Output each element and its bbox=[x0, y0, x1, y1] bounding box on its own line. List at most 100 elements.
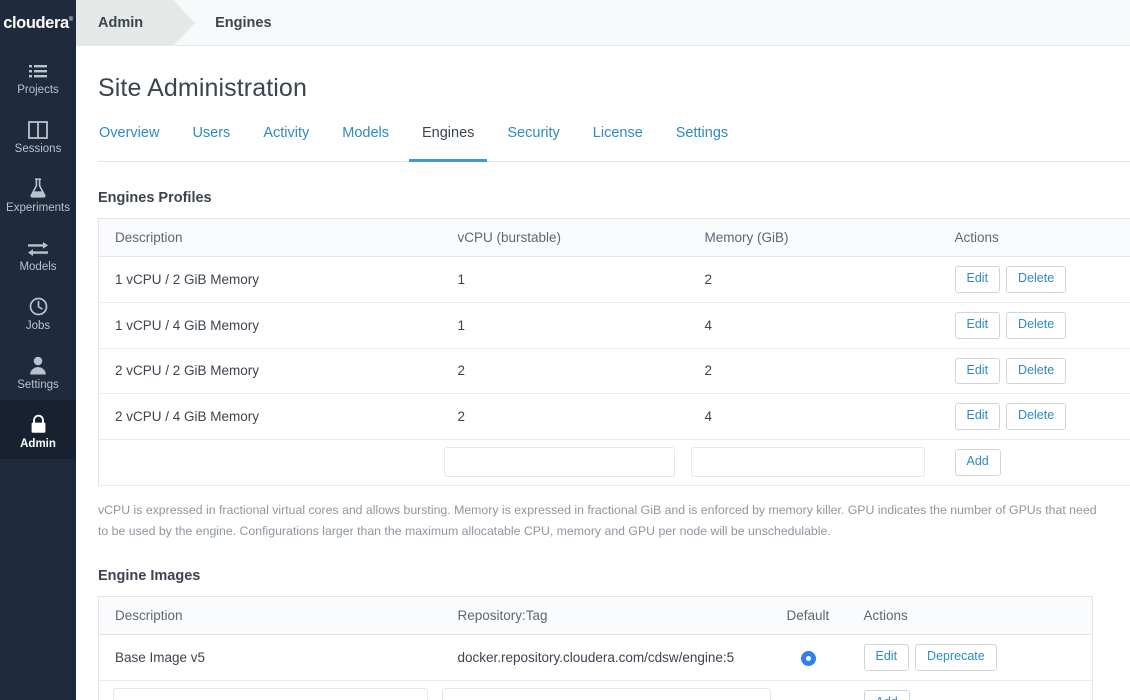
column-header-repository-tag: Repository:Tag bbox=[441, 596, 785, 636]
flask-icon bbox=[26, 176, 50, 198]
new-profile-description-cell bbox=[98, 439, 442, 486]
tab-label: Security bbox=[507, 125, 560, 141]
profile-description: 2 vCPU / 2 GiB Memory bbox=[98, 348, 442, 395]
arrows-icon bbox=[26, 235, 50, 257]
table-row: 1 vCPU / 2 GiB Memory 1 2 Edit Delete bbox=[98, 256, 1130, 303]
tab-overview[interactable]: Overview bbox=[98, 125, 172, 161]
new-image-repository-cell bbox=[441, 680, 785, 700]
table-row: 1 vCPU / 4 GiB Memory 1 4 Edit Delete bbox=[98, 302, 1130, 349]
list-icon bbox=[26, 58, 50, 80]
deprecate-button[interactable]: Deprecate bbox=[915, 644, 997, 671]
new-profile-actions: Add bbox=[938, 439, 1130, 486]
column-header-vcpu: vCPU (burstable) bbox=[441, 218, 689, 257]
sidebar-item-label: Experiments bbox=[6, 202, 70, 215]
profile-vcpu: 1 bbox=[441, 256, 689, 303]
image-default-cell bbox=[784, 634, 852, 681]
delete-button[interactable]: Delete bbox=[1006, 311, 1067, 339]
profile-description: 1 vCPU / 4 GiB Memory bbox=[98, 302, 442, 349]
profile-actions: Edit Delete bbox=[938, 348, 1130, 395]
new-image-description-cell bbox=[98, 680, 442, 700]
breadcrumb-admin[interactable]: Admin bbox=[76, 0, 196, 46]
add-profile-button[interactable]: Add bbox=[954, 449, 1001, 476]
engine-images-table: Description Repository:Tag Default Actio… bbox=[98, 596, 1093, 700]
tab-label: Settings bbox=[675, 125, 729, 141]
sidebar-item-settings[interactable]: Settings bbox=[0, 341, 76, 400]
table-row: Base Image v5 docker.repository.cloudera… bbox=[98, 634, 1093, 681]
engines-profiles-title: Engines Profiles bbox=[98, 190, 212, 206]
table-header-row: Description Repository:Tag Default Actio… bbox=[98, 596, 1093, 636]
page-title: Site Administration bbox=[98, 74, 307, 102]
default-radio-selected[interactable] bbox=[800, 650, 816, 666]
columns-icon bbox=[26, 117, 50, 140]
brand-name: cloudera bbox=[3, 14, 73, 33]
tab-bar: Overview Users Activity Models Engines S… bbox=[98, 125, 1130, 162]
sidebar-item-label: Projects bbox=[17, 84, 59, 97]
new-profile-memory-input[interactable] bbox=[690, 447, 925, 478]
table-header-row: Description vCPU (burstable) Memory (GiB… bbox=[98, 218, 1130, 257]
profile-vcpu: 1 bbox=[441, 302, 689, 349]
sidebar-item-models[interactable]: Models bbox=[0, 223, 76, 282]
tab-engines[interactable]: Engines bbox=[408, 125, 488, 162]
tab-label: Engines bbox=[421, 125, 475, 141]
sidebar: Projects Sessions Experiments Models Job… bbox=[0, 46, 76, 700]
profile-vcpu: 2 bbox=[441, 348, 689, 395]
engine-images-title: Engine Images bbox=[98, 568, 201, 585]
lock-icon bbox=[26, 412, 50, 434]
delete-button[interactable]: Delete bbox=[1006, 266, 1067, 293]
tab-settings[interactable]: Settings bbox=[663, 125, 741, 161]
new-image-repository-tag-input[interactable] bbox=[441, 688, 771, 700]
column-header-actions: Actions bbox=[938, 218, 1130, 257]
tab-models[interactable]: Models bbox=[329, 125, 402, 161]
tab-label: Users bbox=[192, 125, 231, 141]
breadcrumb-admin-label: Admin bbox=[98, 14, 144, 31]
image-actions: Edit Deprecate bbox=[851, 634, 1093, 681]
breadcrumb-current-label: Engines bbox=[215, 14, 272, 31]
new-profile-vcpu-input[interactable] bbox=[443, 447, 675, 478]
new-image-default-cell bbox=[784, 680, 852, 700]
tab-label: Activity bbox=[263, 125, 310, 141]
breadcrumb-current: Engines bbox=[173, 0, 293, 45]
table-row: 2 vCPU / 4 GiB Memory 2 4 Edit Delete bbox=[98, 393, 1130, 440]
tab-license[interactable]: License bbox=[580, 125, 656, 161]
delete-button[interactable]: Delete bbox=[1006, 403, 1067, 430]
edit-button[interactable]: Edit bbox=[863, 644, 910, 671]
sidebar-item-admin[interactable]: Admin bbox=[0, 400, 76, 459]
sidebar-item-projects[interactable]: Projects bbox=[0, 46, 76, 105]
column-header-description: Description bbox=[98, 596, 442, 636]
delete-button[interactable]: Delete bbox=[1006, 357, 1067, 385]
profile-description: 2 vCPU / 4 GiB Memory bbox=[98, 393, 442, 440]
engines-profiles-table: Description vCPU (burstable) Memory (GiB… bbox=[98, 218, 1130, 486]
profile-memory: 4 bbox=[688, 302, 939, 349]
profile-actions: Edit Delete bbox=[938, 302, 1130, 349]
column-header-memory: Memory (GiB) bbox=[688, 218, 939, 257]
edit-button[interactable]: Edit bbox=[954, 403, 1001, 430]
profile-actions: Edit Delete bbox=[938, 256, 1130, 303]
column-header-description: Description bbox=[98, 218, 442, 257]
sidebar-item-sessions[interactable]: Sessions bbox=[0, 105, 76, 164]
sidebar-item-label: Models bbox=[19, 261, 57, 274]
edit-button[interactable]: Edit bbox=[954, 266, 1001, 293]
tab-label: Overview bbox=[99, 125, 160, 141]
profile-memory: 4 bbox=[688, 393, 939, 440]
tab-activity[interactable]: Activity bbox=[250, 125, 322, 161]
new-image-description-input[interactable] bbox=[113, 688, 428, 700]
sidebar-item-experiments[interactable]: Experiments bbox=[0, 164, 76, 223]
new-image-actions: Add bbox=[851, 680, 1093, 700]
main-content: Site Administration Overview Users Activ… bbox=[76, 46, 1130, 700]
edit-button[interactable]: Edit bbox=[954, 357, 1001, 385]
sidebar-item-jobs[interactable]: Jobs bbox=[0, 282, 76, 341]
profile-actions: Edit Delete bbox=[938, 393, 1130, 440]
tab-users[interactable]: Users bbox=[179, 125, 243, 161]
tab-security[interactable]: Security bbox=[494, 125, 572, 161]
user-icon bbox=[26, 353, 50, 375]
add-profile-row: Add bbox=[98, 439, 1130, 486]
new-profile-memory-cell bbox=[688, 439, 939, 486]
tab-label: Models bbox=[342, 125, 389, 141]
new-profile-vcpu-cell bbox=[441, 439, 689, 486]
edit-button[interactable]: Edit bbox=[954, 311, 1001, 339]
cloudera-logo[interactable]: cloudera bbox=[0, 0, 76, 46]
clock-icon bbox=[26, 294, 50, 316]
add-image-button[interactable]: Add bbox=[863, 689, 910, 700]
profile-memory: 2 bbox=[688, 256, 939, 303]
image-description: Base Image v5 bbox=[98, 634, 442, 681]
